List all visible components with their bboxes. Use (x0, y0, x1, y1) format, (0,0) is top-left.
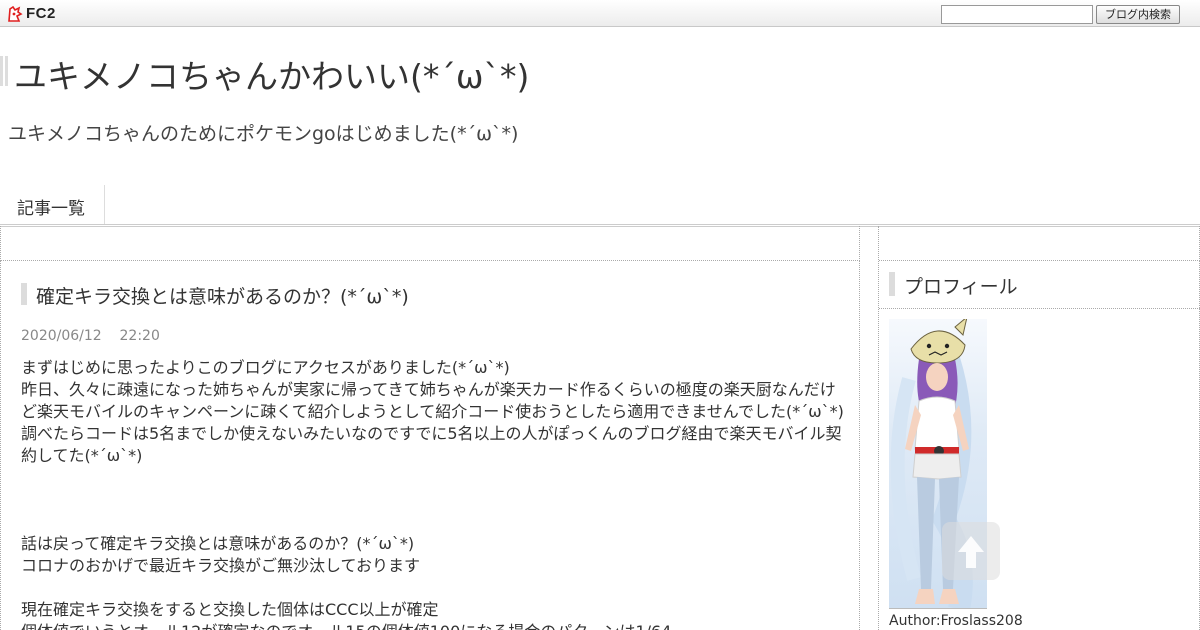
title-decoration (0, 56, 8, 86)
fc2-logo-icon (7, 5, 23, 22)
blog-description: ユキメノコちゃんのためにポケモンgoはじめました(*´ω`*) (8, 123, 519, 145)
entry-paragraph: 昨日、久々に疎遠になった姉ちゃんが実家に帰ってきて姉ちゃんが楽天カード作るくらい… (21, 380, 844, 421)
arrow-up-icon (958, 536, 984, 568)
profile-title-decoration (889, 272, 895, 296)
entry-paragraph: まずはじめに思ったよりこのブログにアクセスがありました(*´ω`*) (21, 358, 510, 377)
entry-paragraph: 話は戻って確定キラ交換とは意味があるのか？(*´ω`*) (21, 534, 415, 553)
entry-title[interactable]: 確定キラ交換とは意味があるのか？(*´ω`*) (36, 282, 409, 309)
column-gap (860, 226, 879, 630)
entry-paragraph: 現在確定キラ交換をすると交換した個体はCCC以上が確定 (21, 600, 439, 619)
profile-title: プロフィール (904, 276, 1018, 298)
fc2-header-bar: FC2 ブログ内検索 (0, 0, 1200, 27)
entry-date-value: 2020/06/12 (21, 328, 102, 344)
main-nav: 記事一覧 (0, 185, 1200, 227)
blog-title[interactable]: ユキメノコちゃんかわいい(*´ω`*) (14, 50, 529, 98)
profile-author: Author:Froslass208 (889, 613, 1023, 629)
nav-item-article-list[interactable]: 記事一覧 (0, 185, 105, 224)
fc2-logo-text: FC2 (26, 5, 56, 22)
entry-body: まずはじめに思ったよりこのブログにアクセスがありました(*´ω`*) 昨日、久々… (21, 357, 847, 630)
entry-paragraph: コロナのおかげで最近キラ交換がご無沙汰しております (21, 556, 421, 575)
entry-title-decoration (21, 283, 27, 305)
page-top-button[interactable] (942, 522, 1000, 580)
fc2-logo[interactable]: FC2 (7, 5, 56, 22)
entry-date: 2020/06/12 22:20 (21, 328, 160, 344)
side-column-top (879, 226, 1200, 261)
entry-paragraph: 個体値でいうとオール12が確定なのでオール15の個体値100になる場合のパターン… (21, 621, 847, 630)
blog-search-button[interactable]: ブログ内検索 (1096, 5, 1180, 24)
main-column-top (0, 226, 860, 261)
blog-search-input[interactable] (941, 5, 1093, 24)
entry-paragraph: 調べたらコードは5名までしか使えないみたいなのですでに5名以上の人がぽっくんのブ… (21, 424, 842, 465)
entry-time-value: 22:20 (119, 328, 160, 344)
